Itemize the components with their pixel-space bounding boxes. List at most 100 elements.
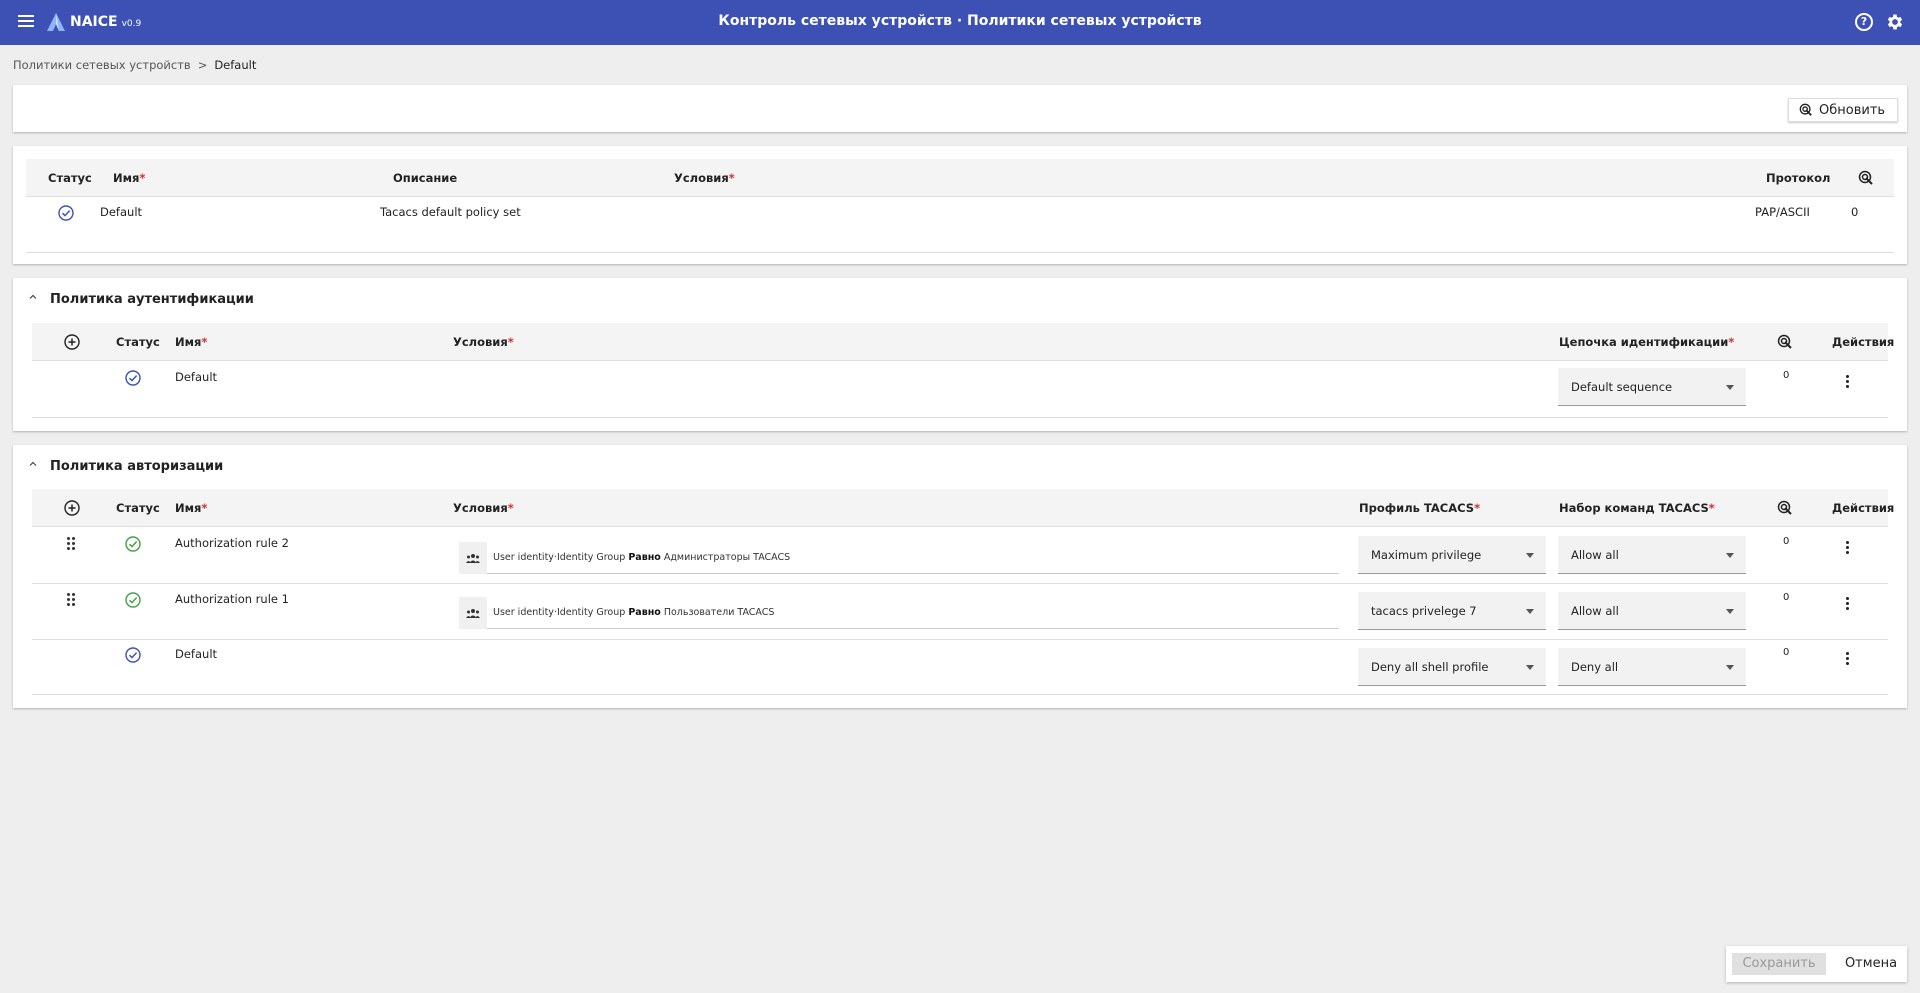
tacacs-profile-value: tacacs privelege 7 <box>1371 604 1477 618</box>
add-rule-icon[interactable] <box>64 500 80 516</box>
policy-set-protocol: PAP/ASCII <box>1755 205 1810 219</box>
auth-policy-title: Политика аутентификации <box>50 292 254 307</box>
command-set-select[interactable]: Allow all <box>1558 536 1746 574</box>
cancel-button[interactable]: Отмена <box>1841 953 1901 975</box>
gear-icon[interactable] <box>1885 12 1905 32</box>
more-actions-icon[interactable] <box>1844 596 1850 612</box>
drag-handle-icon[interactable] <box>67 537 77 551</box>
auth-rule-hits: 0 <box>1783 370 1790 381</box>
authz-policy-header: Статус Имя* Условия* Профиль TACACS* Наб… <box>32 489 1894 527</box>
row-divider <box>26 252 1894 253</box>
header-conditions: Условия* <box>674 171 735 185</box>
dropdown-arrow-icon <box>1726 553 1734 558</box>
condition-icon-box <box>459 542 487 574</box>
add-rule-icon[interactable] <box>64 334 80 350</box>
authz-rule-name[interactable]: Authorization rule 2 <box>175 536 289 550</box>
command-set-value: Deny all <box>1571 660 1619 674</box>
command-set-value: Allow all <box>1571 604 1619 618</box>
status-enabled-icon <box>125 536 141 552</box>
dropdown-arrow-icon <box>1726 665 1734 670</box>
policy-set-header: Статус Имя* Описание Условия* Протокол <box>26 159 1894 197</box>
tacacs-profile-value: Maximum privilege <box>1371 548 1482 562</box>
save-button[interactable]: Сохранить <box>1732 953 1826 975</box>
policy-set-hits: 0 <box>1851 205 1859 219</box>
command-set-value: Allow all <box>1571 548 1619 562</box>
authz-policy-title: Политика авторизации <box>50 459 224 474</box>
breadcrumb-current: Default <box>214 58 257 72</box>
top-bar: NAICE v0.9 Контроль сетевых устройств · … <box>0 0 1920 45</box>
breadcrumb-separator: > <box>197 58 208 72</box>
breadcrumb-parent-link[interactable]: Политики сетевых устройств <box>13 58 191 72</box>
refresh-icon <box>1799 103 1812 116</box>
authz-rule-hits: 0 <box>1783 536 1790 547</box>
condition-chip[interactable]: User identity·Identity Group Равно Админ… <box>459 542 1339 574</box>
header-conditions: Условия* <box>453 335 514 349</box>
refresh-button[interactable]: Обновить <box>1788 98 1899 122</box>
refresh-label: Обновить <box>1819 102 1886 118</box>
status-active-icon <box>58 205 74 221</box>
status-active-icon <box>125 647 141 663</box>
row-divider <box>32 639 1888 640</box>
condition-text: User identity·Identity Group Равно Польз… <box>493 607 775 618</box>
status-enabled-icon <box>125 592 141 608</box>
hits-icon <box>1858 170 1873 185</box>
policy-set-description: Tacacs default policy set <box>380 205 521 219</box>
condition-chip[interactable]: User identity·Identity Group Равно Польз… <box>459 597 1339 629</box>
group-icon <box>466 554 480 563</box>
collapse-icon[interactable] <box>28 292 38 302</box>
header-conditions: Условия* <box>453 501 514 515</box>
group-icon <box>466 609 480 618</box>
dropdown-arrow-icon <box>1526 609 1534 614</box>
condition-icon-box <box>459 597 487 629</box>
row-divider <box>32 694 1888 695</box>
header-status: Статус <box>116 335 160 349</box>
help-icon[interactable]: ? <box>1855 13 1873 31</box>
header-actions: Действия <box>1832 501 1895 515</box>
hits-icon <box>1777 500 1792 515</box>
authz-rule-name[interactable]: Default <box>175 647 217 661</box>
drag-handle-icon[interactable] <box>67 593 77 607</box>
condition-text: User identity·Identity Group Равно Админ… <box>493 552 791 563</box>
auth-rule-name[interactable]: Default <box>175 370 217 384</box>
header-name: Имя* <box>113 171 146 185</box>
collapse-icon[interactable] <box>28 459 38 469</box>
authz-policy-card: Политика авторизации Статус Имя* Условия… <box>13 445 1907 708</box>
header-name: Имя* <box>175 501 208 515</box>
dropdown-arrow-icon <box>1526 553 1534 558</box>
id-chain-value: Default sequence <box>1571 380 1673 394</box>
header-actions: Действия <box>1832 335 1895 349</box>
header-protocol: Протокол <box>1766 171 1831 185</box>
header-name: Имя* <box>175 335 208 349</box>
header-status: Статус <box>116 501 160 515</box>
auth-policy-header: Статус Имя* Условия* Цепочка идентификац… <box>32 323 1894 361</box>
dropdown-arrow-icon <box>1726 609 1734 614</box>
footer-actions: Сохранить Отмена <box>1726 946 1907 982</box>
authz-rule-hits: 0 <box>1783 592 1790 603</box>
page-title: Контроль сетевых устройств · Политики се… <box>718 13 1202 29</box>
header-id-chain: Цепочка идентификации* <box>1559 335 1735 349</box>
header-status: Статус <box>48 171 92 185</box>
header-tacacs-profile: Профиль TACACS* <box>1359 501 1481 515</box>
command-set-select[interactable]: Allow all <box>1558 592 1746 630</box>
tacacs-profile-select[interactable]: tacacs privelege 7 <box>1358 592 1546 630</box>
status-active-icon <box>125 370 141 386</box>
dropdown-arrow-icon <box>1726 385 1734 390</box>
toolbar-card: Обновить <box>13 85 1907 132</box>
header-description: Описание <box>393 171 458 185</box>
id-chain-select[interactable]: Default sequence <box>1558 368 1746 406</box>
auth-policy-card: Политика аутентификации Статус Имя* Усло… <box>13 278 1907 431</box>
more-actions-icon[interactable] <box>1844 374 1850 390</box>
row-divider <box>32 417 1888 418</box>
policy-set-card: Статус Имя* Описание Условия* Протокол D… <box>13 146 1907 264</box>
more-actions-icon[interactable] <box>1844 540 1850 556</box>
breadcrumb: Политики сетевых устройств > Default <box>13 58 256 72</box>
tacacs-profile-select[interactable]: Maximum privilege <box>1358 536 1546 574</box>
command-set-select[interactable]: Deny all <box>1558 648 1746 686</box>
authz-rule-hits: 0 <box>1783 647 1790 658</box>
hits-icon <box>1777 334 1792 349</box>
authz-rule-name[interactable]: Authorization rule 1 <box>175 592 289 606</box>
tacacs-profile-select[interactable]: Deny all shell profile <box>1358 648 1546 686</box>
more-actions-icon[interactable] <box>1844 651 1850 667</box>
header-command-set: Набор команд TACACS* <box>1559 501 1715 515</box>
policy-set-name[interactable]: Default <box>100 205 142 219</box>
